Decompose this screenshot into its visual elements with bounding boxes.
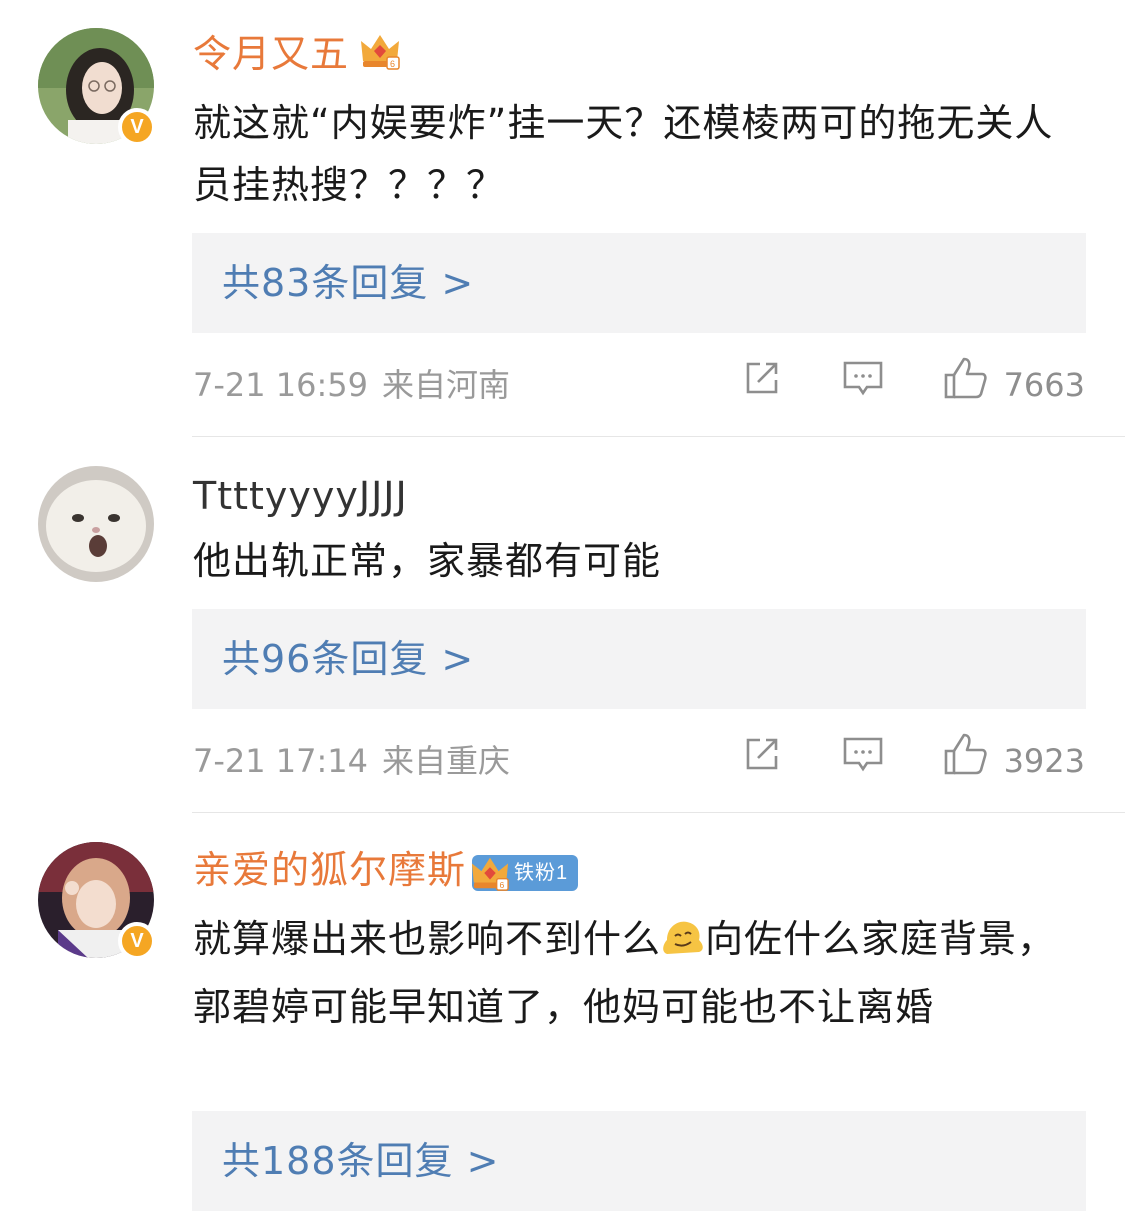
- view-replies-button[interactable]: 共96条回复 >: [192, 609, 1086, 709]
- like-icon[interactable]: [942, 355, 988, 415]
- divider: [192, 436, 1125, 437]
- timestamp: 7-21 17:14: [193, 742, 369, 780]
- comment-meta: 7-21 16:59 来自河南 7663: [193, 357, 1085, 412]
- username[interactable]: 亲爱的狐尔摩斯 6 铁粉1: [193, 846, 579, 894]
- location: 来自重庆: [382, 742, 511, 780]
- like-count: 7663: [1003, 366, 1085, 404]
- view-replies-button[interactable]: 共83条回复 >: [192, 233, 1086, 333]
- divider: [192, 812, 1125, 813]
- username-text: 令月又五: [193, 32, 350, 76]
- comment-actions: 3923: [742, 733, 1085, 788]
- verified-badge-icon: V: [118, 108, 156, 146]
- share-icon[interactable]: [742, 734, 782, 788]
- avatar[interactable]: [38, 466, 154, 582]
- comment-meta: 7-21 17:14 来自重庆 3923: [193, 733, 1085, 788]
- avatar[interactable]: V: [38, 842, 156, 960]
- svg-text:6: 6: [500, 880, 506, 890]
- avatar[interactable]: V: [38, 28, 156, 146]
- melting-face-emoji-icon: [661, 914, 705, 976]
- view-replies-button[interactable]: 共188条回复 >: [192, 1111, 1086, 1211]
- timestamp: 7-21 16:59: [193, 366, 369, 404]
- comment-text: 就这就“内娱要炸”挂一天？还模棱两可的拖无关人员挂热搜？？？？: [193, 101, 1054, 207]
- username[interactable]: TtttyyyyJJJJ: [193, 472, 408, 520]
- location: 来自河南: [382, 366, 511, 404]
- username-text: 亲爱的狐尔摩斯: [193, 848, 467, 892]
- comment-text: 他出轨正常，家暴都有可能: [193, 539, 662, 583]
- comment-text-part: 就算爆出来也影响不到什么: [193, 917, 662, 961]
- like-icon[interactable]: [942, 731, 988, 791]
- comment-icon[interactable]: [842, 358, 884, 412]
- svg-text:6: 6: [390, 59, 396, 69]
- comment-text: 就算爆出来也影响不到什么 向佐什么家庭背景，郭碧婷可能早知道了，他妈可能也不让离婚: [193, 908, 1073, 1038]
- fan-badge: 6 铁粉1: [471, 854, 579, 891]
- like-count: 3923: [1003, 742, 1085, 780]
- username[interactable]: 令月又五 6: [193, 30, 401, 82]
- comment-icon[interactable]: [842, 734, 884, 788]
- fan-badge-label: 铁粉1: [514, 861, 569, 884]
- comment-actions: 7663: [742, 357, 1085, 412]
- verified-badge-icon: V: [118, 922, 156, 960]
- vip-crown-icon: 6: [359, 31, 401, 82]
- share-icon[interactable]: [742, 358, 782, 412]
